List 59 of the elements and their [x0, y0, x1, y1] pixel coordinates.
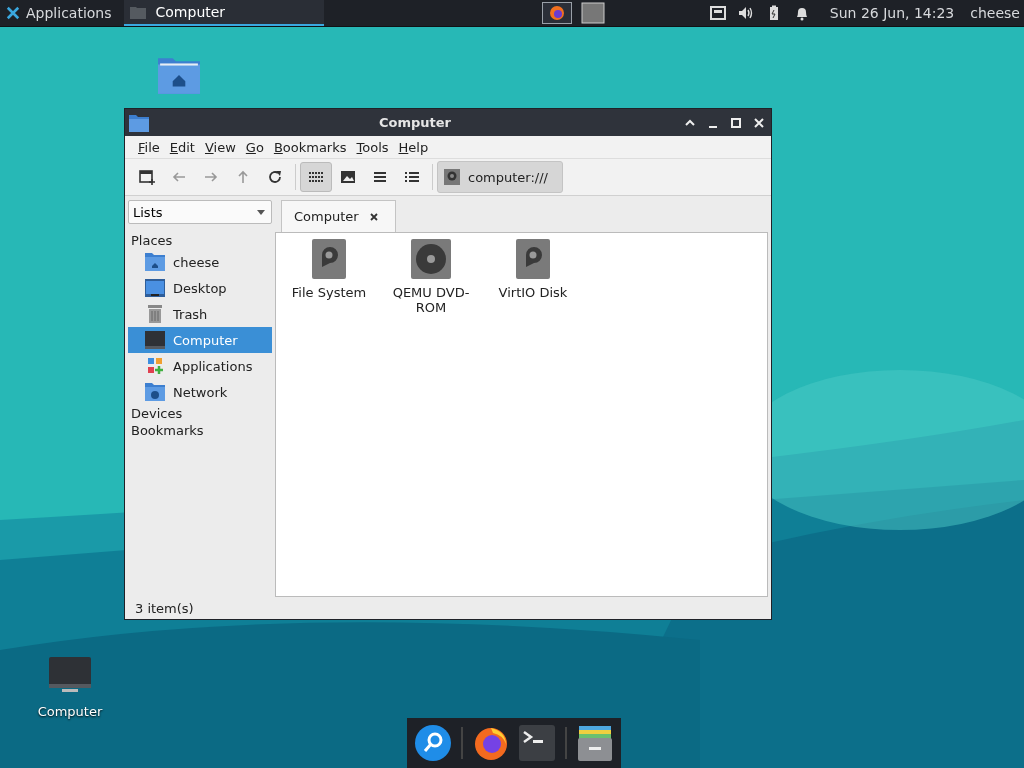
- search-icon[interactable]: [415, 725, 451, 761]
- menu-item[interactable]: Edit: [164, 139, 200, 155]
- close-icon[interactable]: [368, 211, 379, 222]
- section-header[interactable]: Devices: [128, 405, 272, 422]
- drive-icon[interactable]: [516, 239, 550, 279]
- maximize-icon[interactable]: [730, 116, 742, 129]
- side-pane-dropdown[interactable]: Lists: [128, 200, 272, 224]
- sidebar-item[interactable]: Network: [128, 379, 272, 405]
- file-name[interactable]: VirtIO Disk: [489, 285, 577, 300]
- menu-item[interactable]: View: [199, 139, 241, 155]
- applications-icon: [145, 357, 165, 375]
- folder-icon: [129, 113, 149, 132]
- menu-item[interactable]: Tools: [351, 139, 394, 155]
- trash-icon: [145, 305, 165, 323]
- workspace-thumbnail[interactable]: [541, 2, 572, 24]
- menu-item[interactable]: Help: [393, 139, 434, 155]
- status-text: 3 item(s): [135, 600, 194, 616]
- window-title: Computer: [378, 115, 452, 130]
- network-folder-icon: [145, 383, 165, 401]
- network-icon[interactable]: [709, 5, 726, 21]
- computer-icon[interactable]: [48, 656, 92, 694]
- home-folder-icon: [145, 253, 165, 271]
- clock[interactable]: Sun 26 Jun, 14:23: [829, 5, 955, 21]
- sidebar-item[interactable]: Desktop: [128, 275, 272, 301]
- file-name[interactable]: File System: [285, 285, 373, 300]
- icon-grid-icon: [308, 169, 324, 185]
- bulleted-list-icon: [404, 169, 420, 185]
- location-field[interactable]: computer:///: [437, 161, 563, 193]
- menu-item[interactable]: File: [133, 139, 165, 155]
- x-logo-icon: [6, 6, 20, 20]
- section-header[interactable]: Bookmarks: [128, 422, 272, 439]
- home-folder-icon[interactable]: [158, 56, 200, 94]
- drive-icon: [444, 169, 460, 185]
- applications-menu-button[interactable]: Applications: [0, 0, 118, 26]
- drive-icon[interactable]: [312, 239, 346, 279]
- menu-item[interactable]: Go: [240, 139, 269, 155]
- sidebar-item[interactable]: Applications: [128, 353, 272, 379]
- sidebar-item[interactable]: cheese: [128, 249, 272, 275]
- file-cabinet-icon[interactable]: [577, 725, 613, 761]
- browser-icon[interactable]: [473, 725, 509, 761]
- new-window-icon[interactable]: [139, 169, 155, 185]
- list-icon: [372, 169, 388, 185]
- sidebar-item[interactable]: Trash: [128, 301, 272, 327]
- desktop-icon-label[interactable]: Computer: [37, 704, 103, 719]
- view-icons-button[interactable]: [300, 162, 332, 192]
- desktop-icon: [145, 279, 165, 297]
- taskbar-button[interactable]: Computer: [123, 0, 324, 26]
- terminal-icon[interactable]: [519, 725, 555, 761]
- caret-icon: [257, 209, 265, 215]
- menu-item[interactable]: Bookmarks: [268, 139, 352, 155]
- volume-icon[interactable]: [737, 5, 754, 21]
- file-name[interactable]: QEMU DVD-ROM: [387, 285, 475, 315]
- image-icon: [340, 169, 356, 185]
- section-header[interactable]: Places: [128, 232, 272, 249]
- user-name[interactable]: cheese: [970, 5, 1020, 21]
- tab[interactable]: Computer: [281, 200, 396, 232]
- folder-icon: [129, 5, 146, 19]
- computer-icon: [145, 331, 165, 349]
- reload-icon[interactable]: [267, 169, 283, 185]
